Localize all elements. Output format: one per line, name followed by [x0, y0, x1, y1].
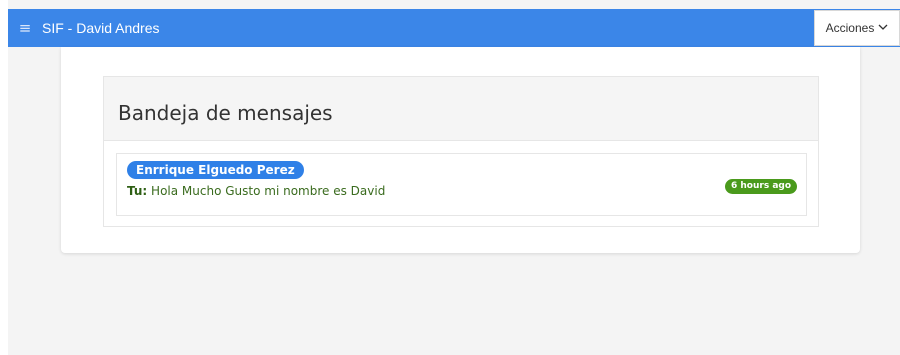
top-navbar: ≡ SIF - David Andres Acciones	[8, 9, 900, 47]
inbox-panel: Bandeja de mensajes Enrrique Elguedo Per…	[103, 76, 819, 227]
acciones-label: Acciones	[825, 21, 875, 35]
message-item[interactable]: Enrrique Elguedo Perez Tu: Hola Mucho Gu…	[116, 153, 807, 216]
timestamp-badge: 6 hours ago	[725, 179, 798, 194]
message-prefix: Tu:	[127, 184, 148, 198]
message-preview: Tu: Hola Mucho Gusto mi nombre es David	[127, 183, 385, 199]
acciones-dropdown-button[interactable]: Acciones	[814, 10, 900, 46]
message-text: Hola Mucho Gusto mi nombre es David	[151, 184, 386, 198]
page-title: Bandeja de mensajes	[118, 101, 333, 125]
app-title: SIF - David Andres	[42, 20, 160, 36]
left-edge	[0, 0, 8, 355]
chevron-down-icon	[878, 22, 888, 34]
hamburger-icon[interactable]: ≡	[16, 19, 34, 37]
content-card: Bandeja de mensajes Enrrique Elguedo Per…	[61, 47, 860, 253]
sender-badge: Enrrique Elguedo Perez	[127, 161, 304, 179]
inbox-panel-header: Bandeja de mensajes	[104, 77, 818, 141]
